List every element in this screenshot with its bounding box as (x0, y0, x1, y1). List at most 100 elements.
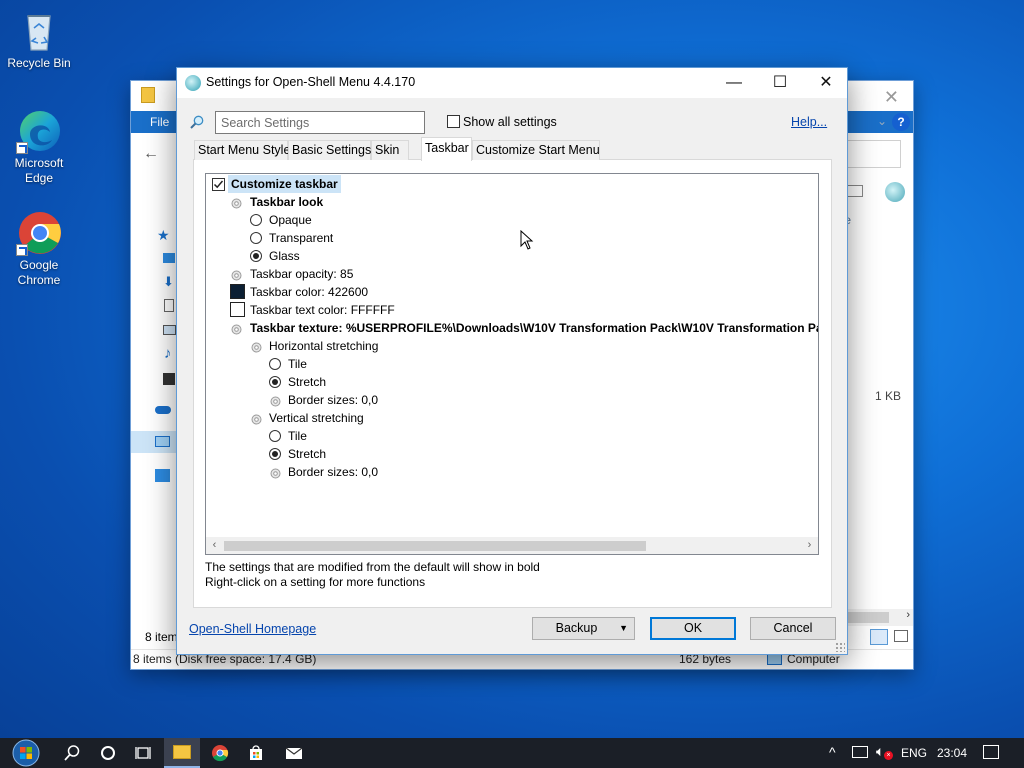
close-icon[interactable]: ✕ (884, 87, 899, 108)
radio-glass[interactable] (250, 250, 262, 262)
option-transparent[interactable]: Transparent (269, 229, 333, 247)
taskbar-mail[interactable] (276, 738, 312, 768)
resize-grip[interactable] (835, 642, 845, 652)
network-icon[interactable] (155, 469, 170, 482)
task-view-icon (135, 747, 151, 759)
folder-icon (141, 87, 155, 103)
setting-customize-taskbar[interactable]: Customize taskbar (228, 175, 341, 193)
network-tray-icon[interactable] (852, 746, 868, 758)
tab-basic-settings[interactable]: Basic Settings (288, 140, 371, 160)
backup-label: Backup (555, 621, 598, 635)
ok-button[interactable]: OK (650, 617, 736, 640)
store-bag-icon (250, 745, 262, 760)
scroll-right-arrow-icon[interactable]: › (906, 609, 910, 621)
openshell-homepage-link[interactable]: Open-Shell Homepage (189, 622, 316, 636)
option-h-stretch[interactable]: Stretch (288, 373, 326, 391)
desktop-icon-label: Microsoft Edge (14, 156, 64, 185)
cortana-button[interactable] (90, 738, 126, 768)
scrollbar-thumb[interactable] (224, 541, 646, 551)
settings-tree[interactable]: Customize taskbar Taskbar look Opaque Tr… (205, 173, 819, 555)
clock[interactable]: 23:04 (937, 746, 967, 760)
taskbar-color-swatch[interactable] (230, 284, 245, 299)
address-bar[interactable] (841, 140, 901, 168)
radio-transparent[interactable] (250, 232, 262, 244)
music-icon[interactable]: ♪ (164, 345, 172, 362)
pictures-icon[interactable] (163, 325, 176, 335)
desktop-icon-edge[interactable]: Microsoft Edge (4, 108, 74, 186)
scroll-left-arrow-icon[interactable]: ‹ (206, 537, 223, 554)
radio-opaque[interactable] (250, 214, 262, 226)
tab-start-menu-style[interactable]: Start Menu Style (194, 140, 290, 160)
search-taskbar-button[interactable] (54, 738, 90, 768)
language-indicator[interactable]: ENG (901, 746, 927, 760)
cancel-button[interactable]: Cancel (750, 617, 836, 640)
option-glass[interactable]: Glass (269, 247, 300, 265)
taskbar-chrome[interactable] (202, 738, 238, 768)
chrome-icon (16, 210, 62, 256)
onedrive-icon[interactable] (155, 406, 171, 414)
radio-h-tile[interactable] (269, 358, 281, 370)
scroll-right-arrow-icon[interactable]: › (801, 537, 818, 554)
back-arrow-icon[interactable]: ← (143, 145, 159, 163)
large-icons-view-icon[interactable] (894, 630, 908, 642)
settings-dialog[interactable]: Settings for Open-Shell Menu 4.4.170 — ☐… (176, 67, 848, 655)
close-button[interactable]: ✕ (803, 68, 849, 98)
task-view-button[interactable] (126, 738, 162, 768)
option-v-stretch[interactable]: Stretch (288, 445, 326, 463)
videos-icon[interactable] (163, 373, 175, 385)
sidebar-item-this-pc[interactable] (131, 431, 177, 453)
details-view-icon[interactable] (870, 629, 888, 645)
horizontal-scrollbar[interactable]: › (847, 609, 913, 626)
dropdown-arrow-icon: ▼ (619, 623, 628, 633)
minimize-button[interactable]: — (711, 68, 757, 98)
taskbar-file-explorer[interactable] (164, 738, 200, 768)
mail-icon (285, 747, 303, 759)
notification-center-icon[interactable] (983, 745, 999, 759)
documents-icon[interactable] (164, 299, 174, 312)
option-opaque[interactable]: Opaque (269, 211, 312, 229)
show-hidden-icons-chevron-icon[interactable]: ^ (829, 744, 836, 760)
view-options-icon[interactable] (847, 185, 863, 197)
radio-v-tile[interactable] (269, 430, 281, 442)
taskbar-text-color-swatch[interactable] (230, 302, 245, 317)
desktop-icon-recycle-bin[interactable]: Recycle Bin (4, 8, 74, 71)
setting-vertical-stretching[interactable]: Vertical stretching (269, 409, 364, 427)
tab-skin[interactable]: Skin (371, 140, 409, 160)
quick-access-icon[interactable]: ★ (157, 227, 170, 244)
setting-v-border-sizes[interactable]: Border sizes: 0,0 (288, 463, 378, 481)
setting-taskbar-text-color[interactable]: Taskbar text color: FFFFFF (250, 301, 395, 319)
start-button[interactable] (4, 738, 48, 768)
volume-muted-icon[interactable]: 🔈︎ × (876, 743, 893, 760)
mouse-cursor-icon (520, 230, 534, 250)
setting-horizontal-stretching[interactable]: Horizontal stretching (269, 337, 378, 355)
help-icon[interactable]: ? (892, 113, 910, 131)
desktop-folder-icon[interactable] (163, 253, 175, 263)
openshell-shell-icon (185, 75, 201, 91)
setting-taskbar-texture[interactable]: Taskbar texture: %USERPROFILE%\Downloads… (250, 319, 818, 337)
backup-button[interactable]: Backup ▼ (532, 617, 635, 640)
downloads-icon[interactable]: ⬇ (163, 274, 174, 290)
radio-v-stretch[interactable] (269, 448, 281, 460)
radio-h-stretch[interactable] (269, 376, 281, 388)
tab-taskbar[interactable]: Taskbar (421, 137, 472, 161)
show-all-settings-checkbox[interactable] (447, 115, 460, 128)
setting-taskbar-look[interactable]: Taskbar look (250, 193, 323, 211)
maximize-button[interactable]: ☐ (757, 68, 803, 98)
taskbar-store[interactable] (238, 738, 274, 768)
option-v-tile[interactable]: Tile (288, 427, 307, 445)
mute-x-icon: × (884, 751, 893, 760)
chevron-down-icon[interactable]: ⌄ (877, 114, 887, 128)
dialog-title-bar[interactable]: Settings for Open-Shell Menu 4.4.170 — ☐… (177, 68, 847, 98)
edge-icon (16, 108, 62, 154)
option-h-tile[interactable]: Tile (288, 355, 307, 373)
tab-customize-start-menu[interactable]: Customize Start Menu (472, 140, 600, 160)
customize-taskbar-checkbox[interactable] (212, 178, 225, 191)
setting-taskbar-opacity[interactable]: Taskbar opacity: 85 (250, 265, 353, 283)
desktop-icon-chrome[interactable]: Google Chrome (4, 210, 74, 288)
search-settings-input[interactable] (215, 111, 425, 134)
setting-h-border-sizes[interactable]: Border sizes: 0,0 (288, 391, 378, 409)
tree-horizontal-scrollbar[interactable]: ‹ › (206, 537, 818, 554)
help-link[interactable]: Help... (791, 115, 827, 129)
dialog-title: Settings for Open-Shell Menu 4.4.170 (206, 75, 416, 89)
setting-taskbar-color[interactable]: Taskbar color: 422600 (250, 283, 368, 301)
